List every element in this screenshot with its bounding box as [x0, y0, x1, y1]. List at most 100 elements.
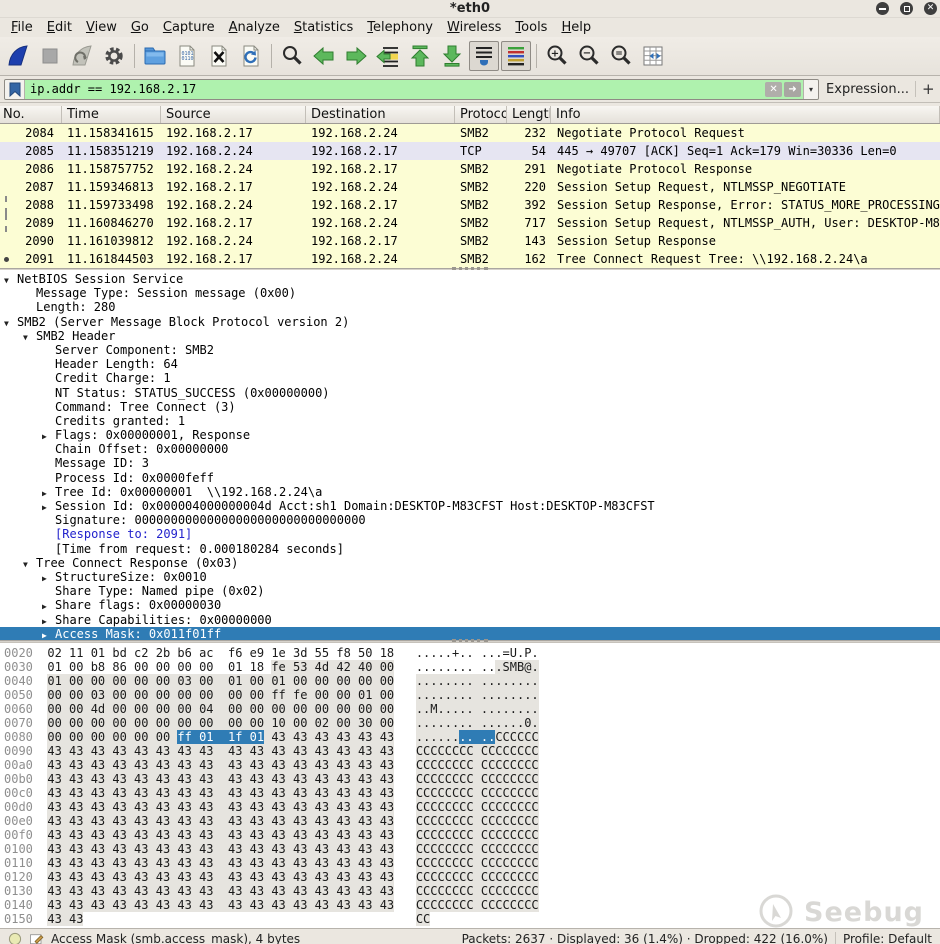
- profile-button[interactable]: Profile: Default: [843, 932, 932, 944]
- expert-info-icon[interactable]: [8, 932, 22, 944]
- expander-closed-icon[interactable]: ▶: [42, 615, 55, 627]
- menu-help[interactable]: Help: [554, 20, 598, 35]
- detail-line[interactable]: Length: 280: [0, 300, 940, 314]
- detail-line[interactable]: ▶Access Mask: 0x011f01ff: [0, 627, 940, 640]
- column-header-destination[interactable]: Destination: [306, 106, 455, 123]
- expander-open-icon[interactable]: ▼: [23, 558, 36, 570]
- detail-line[interactable]: NT Status: STATUS_SUCCESS (0x00000000): [0, 386, 940, 400]
- column-header-source[interactable]: Source: [161, 106, 306, 123]
- expander-closed-icon[interactable]: ▶: [42, 600, 55, 612]
- expander-open-icon[interactable]: ▼: [4, 274, 17, 286]
- hex-row-0130[interactable]: 0130 43 43 43 43 43 43 43 43 43 43 43 43…: [4, 884, 940, 898]
- detail-line[interactable]: ▶Share flags: 0x00000030: [0, 598, 940, 612]
- expander-closed-icon[interactable]: ▶: [42, 629, 55, 640]
- expander-closed-icon[interactable]: ▶: [42, 487, 55, 499]
- goto-packet-button[interactable]: [373, 41, 403, 71]
- capture-comment-icon[interactable]: [29, 931, 44, 944]
- capture-options-button[interactable]: [99, 41, 129, 71]
- detail-line[interactable]: Chain Offset: 0x00000000: [0, 442, 940, 456]
- expander-closed-icon[interactable]: ▶: [42, 572, 55, 584]
- hex-row-0020[interactable]: 0020 02 11 01 bd c2 2b b6 ac f6 e9 1e 3d…: [4, 646, 940, 660]
- expression-button[interactable]: Expression...: [826, 82, 909, 97]
- resize-columns-button[interactable]: [638, 41, 668, 71]
- detail-line[interactable]: Process Id: 0x0000feff: [0, 471, 940, 485]
- previous-packet-button[interactable]: [309, 41, 339, 71]
- hex-row-0140[interactable]: 0140 43 43 43 43 43 43 43 43 43 43 43 43…: [4, 898, 940, 912]
- expander-closed-icon[interactable]: ▶: [42, 501, 55, 513]
- detail-line[interactable]: ▶Share Capabilities: 0x00000000: [0, 613, 940, 627]
- column-header-time[interactable]: Time: [62, 106, 161, 123]
- hex-row-0120[interactable]: 0120 43 43 43 43 43 43 43 43 43 43 43 43…: [4, 870, 940, 884]
- hex-row-0150[interactable]: 0150 43 43 CC: [4, 912, 940, 926]
- hex-row-00b0[interactable]: 00b0 43 43 43 43 43 43 43 43 43 43 43 43…: [4, 772, 940, 786]
- packet-row-2087[interactable]: 208711.159346813192.168.2.17192.168.2.24…: [0, 178, 940, 196]
- start-capture-button[interactable]: [3, 41, 33, 71]
- packet-row-2085[interactable]: 208511.158351219192.168.2.24192.168.2.17…: [0, 142, 940, 160]
- zoom-original-button[interactable]: =: [606, 41, 636, 71]
- open-file-button[interactable]: [140, 41, 170, 71]
- details-bytes-splitter[interactable]: [0, 640, 940, 642]
- packet-row-2086[interactable]: 208611.158757752192.168.2.24192.168.2.17…: [0, 160, 940, 178]
- reload-file-button[interactable]: [236, 41, 266, 71]
- detail-line[interactable]: [Response to: 2091]: [0, 527, 940, 541]
- detail-line[interactable]: ▼SMB2 Header: [0, 329, 940, 343]
- column-header-protocol[interactable]: Protocol: [455, 106, 507, 123]
- find-packet-button[interactable]: [277, 41, 307, 71]
- menu-view[interactable]: View: [79, 20, 124, 35]
- detail-line[interactable]: ▶Session Id: 0x000004000000004d Acct:sh1…: [0, 499, 940, 513]
- column-header-info[interactable]: Info: [551, 106, 940, 123]
- add-filter-button[interactable]: +: [922, 80, 936, 98]
- list-details-splitter[interactable]: [0, 268, 940, 270]
- packet-row-2084[interactable]: 208411.158341615192.168.2.17192.168.2.24…: [0, 124, 940, 142]
- hex-row-0070[interactable]: 0070 00 00 00 00 00 00 00 00 00 00 10 00…: [4, 716, 940, 730]
- clear-filter-button[interactable]: ✕: [765, 82, 782, 97]
- detail-line[interactable]: Message Type: Session message (0x00): [0, 286, 940, 300]
- column-header-length[interactable]: Length: [507, 106, 551, 123]
- detail-line[interactable]: Message ID: 3: [0, 456, 940, 470]
- close-file-button[interactable]: [204, 41, 234, 71]
- menu-wireless[interactable]: Wireless: [440, 20, 508, 35]
- hex-row-0080[interactable]: 0080 00 00 00 00 00 00 ff 01 1f 01 43 43…: [4, 730, 940, 744]
- detail-line[interactable]: Server Component: SMB2: [0, 343, 940, 357]
- hex-row-0030[interactable]: 0030 01 00 b8 86 00 00 00 00 01 18 fe 53…: [4, 660, 940, 674]
- stop-capture-button[interactable]: [35, 41, 65, 71]
- hex-row-0090[interactable]: 0090 43 43 43 43 43 43 43 43 43 43 43 43…: [4, 744, 940, 758]
- hex-row-0040[interactable]: 0040 01 00 00 00 00 00 03 00 01 00 01 00…: [4, 674, 940, 688]
- detail-line[interactable]: Share Type: Named pipe (0x02): [0, 584, 940, 598]
- hex-row-00f0[interactable]: 00f0 43 43 43 43 43 43 43 43 43 43 43 43…: [4, 828, 940, 842]
- hex-row-00c0[interactable]: 00c0 43 43 43 43 43 43 43 43 43 43 43 43…: [4, 786, 940, 800]
- hex-row-0060[interactable]: 0060 00 00 4d 00 00 00 00 04 00 00 00 00…: [4, 702, 940, 716]
- menu-edit[interactable]: Edit: [40, 20, 79, 35]
- last-packet-button[interactable]: [437, 41, 467, 71]
- detail-line[interactable]: Header Length: 64: [0, 357, 940, 371]
- auto-scroll-button[interactable]: [469, 41, 499, 71]
- menu-telephony[interactable]: Telephony: [360, 20, 440, 35]
- packet-row-2090[interactable]: 209011.161039812192.168.2.24192.168.2.17…: [0, 232, 940, 250]
- maximize-button[interactable]: [900, 2, 913, 15]
- detail-line[interactable]: ▶Flags: 0x00000001, Response: [0, 428, 940, 442]
- detail-line[interactable]: Credits granted: 1: [0, 414, 940, 428]
- detail-line[interactable]: Credit Charge: 1: [0, 371, 940, 385]
- packet-row-2089[interactable]: 208911.160846270192.168.2.17192.168.2.24…: [0, 214, 940, 232]
- menu-analyze[interactable]: Analyze: [222, 20, 287, 35]
- column-header-no[interactable]: No.: [0, 106, 62, 123]
- menu-go[interactable]: Go: [124, 20, 156, 35]
- restart-capture-button[interactable]: [67, 41, 97, 71]
- detail-line[interactable]: ▶Tree Id: 0x00000001 \\192.168.2.24\a: [0, 485, 940, 499]
- hex-row-0110[interactable]: 0110 43 43 43 43 43 43 43 43 43 43 43 43…: [4, 856, 940, 870]
- hex-row-0050[interactable]: 0050 00 00 03 00 00 00 00 00 00 00 ff fe…: [4, 688, 940, 702]
- close-button[interactable]: ✕: [924, 2, 937, 15]
- filter-input[interactable]: ip.addr == 192.168.2.17: [25, 80, 765, 99]
- detail-line[interactable]: ▼NetBIOS Session Service: [0, 272, 940, 286]
- hex-row-00a0[interactable]: 00a0 43 43 43 43 43 43 43 43 43 43 43 43…: [4, 758, 940, 772]
- first-packet-button[interactable]: [405, 41, 435, 71]
- packet-row-2091[interactable]: 209111.161844503192.168.2.17192.168.2.24…: [0, 250, 940, 268]
- detail-line[interactable]: ▶StructureSize: 0x0010: [0, 570, 940, 584]
- menu-tools[interactable]: Tools: [508, 20, 554, 35]
- save-file-button[interactable]: 01010110: [172, 41, 202, 71]
- detail-line[interactable]: ▼SMB2 (Server Message Block Protocol ver…: [0, 315, 940, 329]
- detail-line[interactable]: Command: Tree Connect (3): [0, 400, 940, 414]
- filter-bookmark-button[interactable]: [5, 80, 25, 99]
- colorize-button[interactable]: [501, 41, 531, 71]
- zoom-out-button[interactable]: −: [574, 41, 604, 71]
